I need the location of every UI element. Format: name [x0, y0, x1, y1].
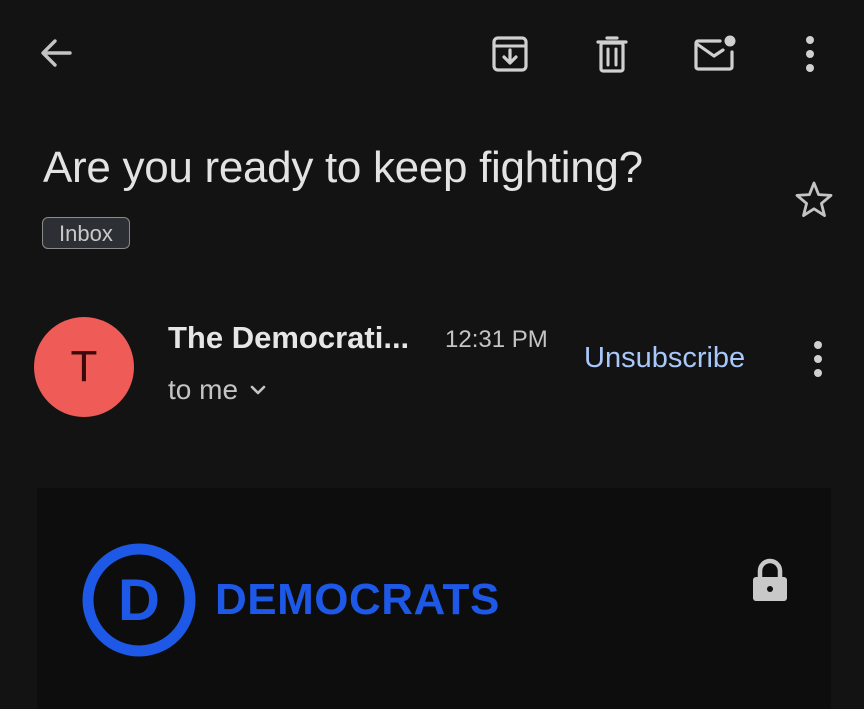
avatar-initial: T — [70, 342, 98, 391]
sender-name: The Democrati... — [168, 320, 410, 355]
logo-wordmark: DEMOCRATS — [215, 575, 500, 624]
recipient-text: to me — [168, 374, 239, 405]
message-more-options-button[interactable] — [796, 334, 840, 384]
unsubscribe-link[interactable]: Unsubscribe — [584, 339, 745, 377]
recipient-details-toggle[interactable]: to me — [168, 372, 268, 408]
email-subject: Are you ready to keep fighting? — [43, 143, 643, 192]
chevron-down-icon — [250, 385, 266, 395]
trash-icon — [596, 36, 628, 73]
lock-icon — [753, 558, 787, 601]
back-arrow-icon — [41, 39, 72, 67]
logo-letter: D — [118, 568, 160, 633]
more-vert-icon — [806, 36, 814, 72]
delete-button[interactable] — [586, 28, 638, 80]
democrats-logo-icon: D — [82, 543, 196, 657]
more-vert-icon — [814, 341, 822, 377]
sender-avatar[interactable]: T — [34, 317, 134, 417]
archive-icon — [492, 36, 528, 72]
more-options-button[interactable] — [788, 28, 832, 80]
back-button[interactable] — [30, 30, 82, 76]
mark-unread-button[interactable] — [686, 28, 742, 80]
star-button[interactable] — [788, 174, 840, 226]
email-timestamp: 12:31 PM — [445, 326, 548, 353]
mark-unread-icon — [694, 35, 736, 71]
star-outline-icon — [795, 181, 833, 217]
label-chip-inbox[interactable]: Inbox — [42, 217, 130, 249]
archive-button[interactable] — [484, 28, 536, 80]
